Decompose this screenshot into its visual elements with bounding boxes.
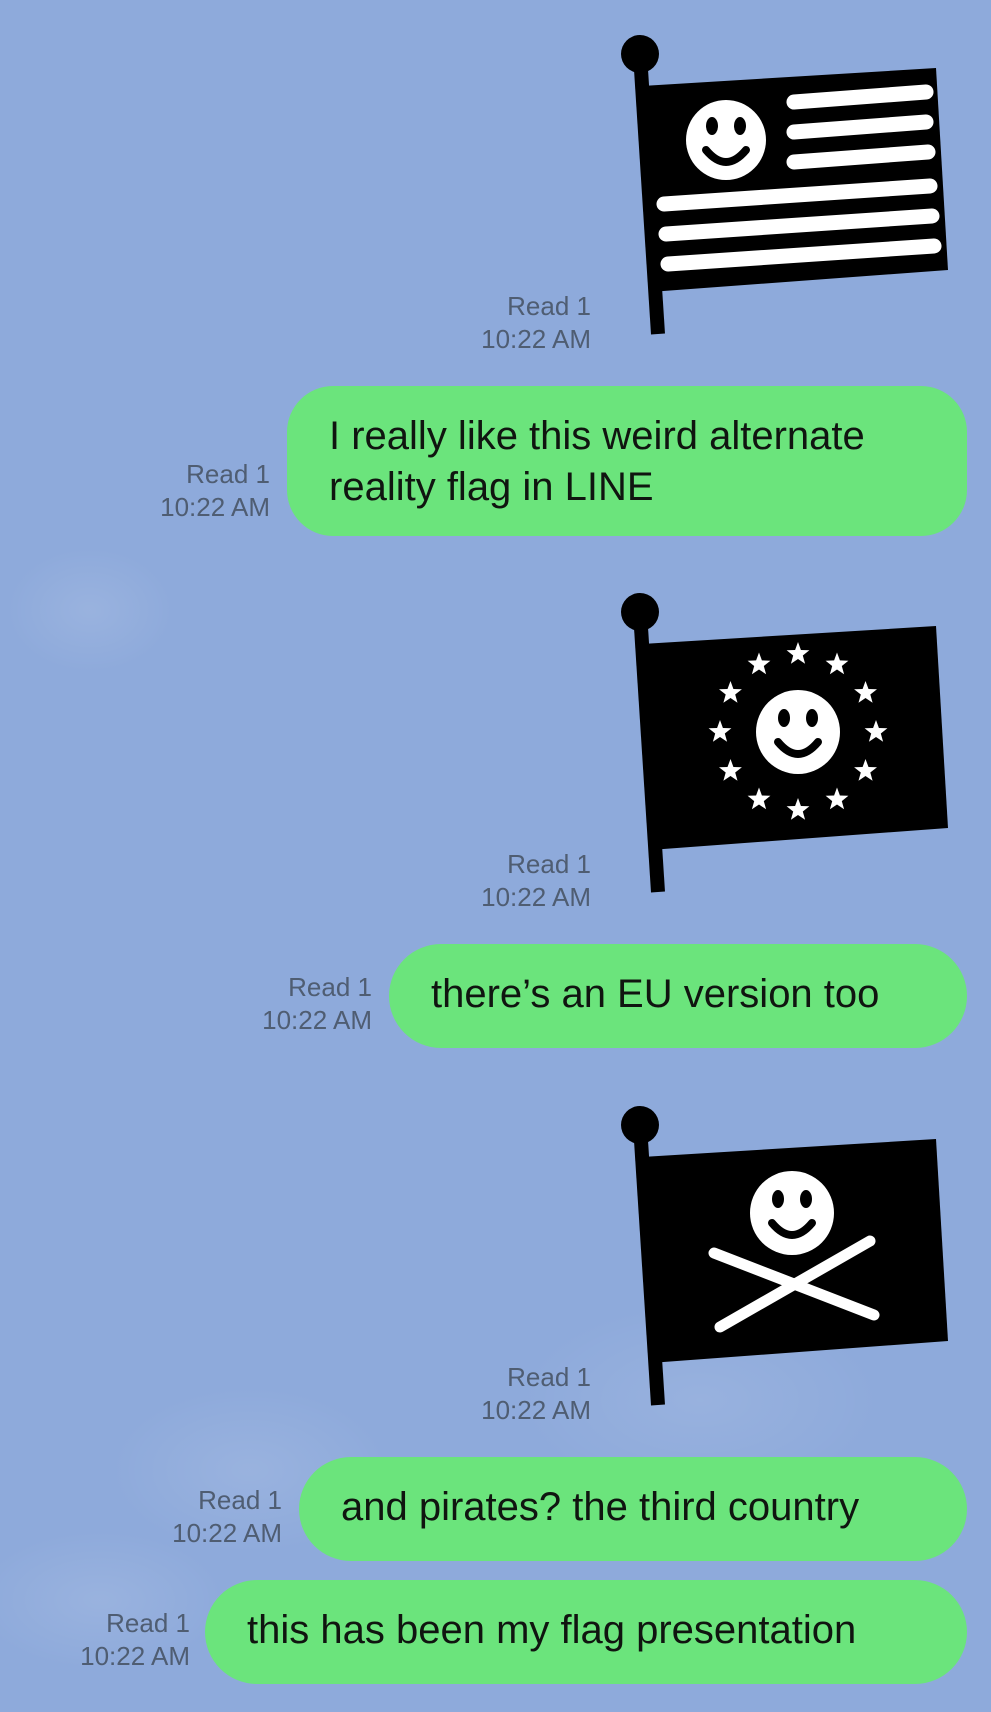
- read-receipt: Read 1: [288, 972, 372, 1002]
- message-time: 10:22 AM: [481, 324, 591, 354]
- read-receipt: Read 1: [186, 459, 270, 489]
- message-text-line: there’s an EU version too: [431, 972, 880, 1016]
- message-meta: Read 1 10:22 AM: [371, 1361, 591, 1427]
- message-time: 10:22 AM: [80, 1641, 190, 1671]
- message-time: 10:22 AM: [481, 882, 591, 912]
- message-time: 10:22 AM: [481, 1395, 591, 1425]
- read-receipt: Read 1: [507, 1362, 591, 1392]
- message-text-line: reality flag in LINE: [329, 465, 654, 509]
- message-text-line: this has been my flag presentation: [247, 1608, 857, 1652]
- message-bubble[interactable]: there’s an EU version too: [389, 944, 967, 1048]
- read-receipt: Read 1: [507, 849, 591, 879]
- read-receipt: Read 1: [507, 291, 591, 321]
- message-bubble[interactable]: I really like this weird alternate reali…: [287, 386, 967, 536]
- message-time: 10:22 AM: [262, 1005, 372, 1035]
- message-time: 10:22 AM: [172, 1518, 282, 1548]
- smiley-stripes-flag-icon[interactable]: [618, 34, 952, 340]
- read-receipt: Read 1: [198, 1485, 282, 1515]
- message-text-line: I really like this weird alternate: [329, 414, 865, 458]
- message-meta: Read 1 10:22 AM: [0, 1607, 190, 1673]
- read-receipt: Read 1: [106, 1608, 190, 1638]
- message-bubble[interactable]: and pirates? the third country: [299, 1457, 967, 1561]
- message-meta: Read 1 10:22 AM: [371, 290, 591, 356]
- message-bubble[interactable]: this has been my flag presentation: [205, 1580, 967, 1684]
- message-meta: Read 1 10:22 AM: [371, 848, 591, 914]
- smiley-eu-stars-flag-icon[interactable]: [618, 592, 952, 898]
- message-meta: Read 1 10:22 AM: [62, 1484, 282, 1550]
- message-meta: Read 1 10:22 AM: [152, 971, 372, 1037]
- message-time: 10:22 AM: [160, 492, 270, 522]
- smiley-pirate-flag-icon[interactable]: [618, 1105, 952, 1411]
- message-text-line: and pirates? the third country: [341, 1485, 860, 1529]
- message-meta: Read 1 10:22 AM: [50, 458, 270, 524]
